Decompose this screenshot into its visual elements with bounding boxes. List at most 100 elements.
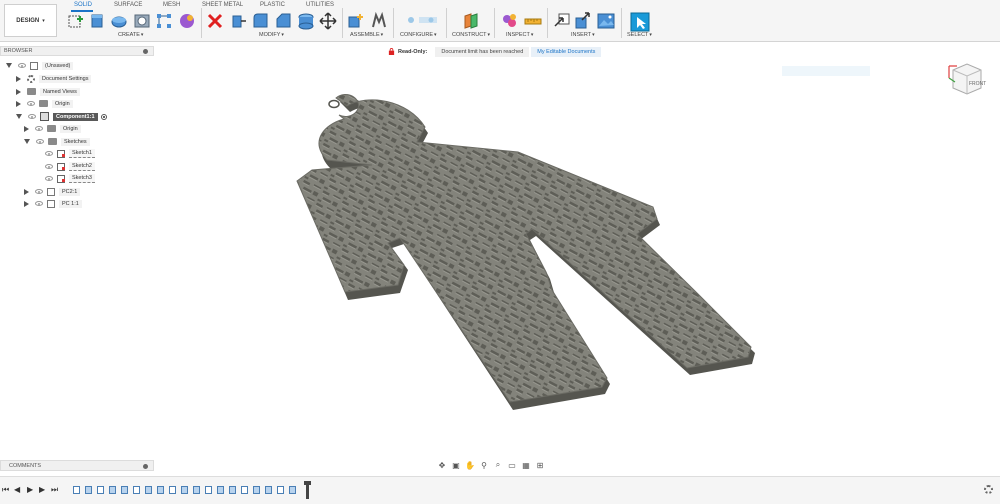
expand-triangle-icon[interactable] xyxy=(24,125,29,132)
visibility-eye-icon[interactable] xyxy=(45,151,53,156)
step-forward-icon[interactable]: ▶ xyxy=(39,485,45,494)
timeline-feature[interactable] xyxy=(109,486,116,494)
timeline-feature[interactable] xyxy=(73,486,80,494)
create-menu[interactable]: CREATE▾ xyxy=(118,32,143,38)
collapse-triangle-icon[interactable] xyxy=(6,63,12,68)
timeline-feature[interactable] xyxy=(241,486,248,494)
tab-sheet-metal[interactable]: SHEET METAL xyxy=(202,2,243,8)
timeline-feature[interactable] xyxy=(217,486,224,494)
timeline-feature[interactable] xyxy=(277,486,284,494)
tree-root-document[interactable]: (Unsaved) xyxy=(6,60,74,71)
zoom-window-icon[interactable]: ⌕ xyxy=(492,460,504,470)
timeline-feature[interactable] xyxy=(229,486,236,494)
visibility-eye-icon[interactable] xyxy=(35,126,43,131)
pan-icon[interactable]: ✋ xyxy=(464,460,476,470)
visibility-eye-icon[interactable] xyxy=(28,114,36,119)
expand-triangle-icon[interactable] xyxy=(16,100,21,107)
extrude-icon[interactable] xyxy=(88,12,106,30)
timeline-feature[interactable] xyxy=(97,486,104,494)
expand-triangle-icon[interactable] xyxy=(24,188,29,195)
timeline-feature[interactable] xyxy=(193,486,200,494)
timeline-feature[interactable] xyxy=(133,486,140,494)
zoom-icon[interactable]: ⚲ xyxy=(478,460,490,470)
configure-icon[interactable] xyxy=(405,12,439,30)
revolve-icon[interactable] xyxy=(110,12,128,30)
tree-item-sketch2[interactable]: Sketch2 xyxy=(45,161,95,172)
insert-canvas-icon[interactable] xyxy=(597,12,615,30)
insert-menu[interactable]: INSERT▾ xyxy=(571,32,595,38)
visibility-eye-icon[interactable] xyxy=(36,139,44,144)
keychain-figure-model[interactable] xyxy=(296,94,755,411)
measure-icon[interactable] xyxy=(524,12,542,30)
tree-item-sketch1[interactable]: Sketch1 xyxy=(45,148,95,159)
tree-item-origin[interactable]: Origin xyxy=(16,98,73,109)
timeline-feature[interactable] xyxy=(85,486,92,494)
timeline-feature[interactable] xyxy=(265,486,272,494)
visibility-eye-icon[interactable] xyxy=(45,176,53,181)
tree-item-component-origin[interactable]: Origin xyxy=(24,123,81,134)
timeline-feature[interactable] xyxy=(145,486,152,494)
press-pull-icon[interactable] xyxy=(229,12,247,30)
inspect-menu[interactable]: INSPECT▾ xyxy=(506,32,533,38)
viewports-icon[interactable]: ⊞ xyxy=(534,460,546,470)
tab-mesh[interactable]: MESH xyxy=(163,2,180,8)
tree-item-sketches[interactable]: Sketches xyxy=(24,136,90,147)
model-viewport[interactable] xyxy=(155,60,1000,460)
tree-item-sketch3[interactable]: Sketch3 xyxy=(45,173,95,184)
tree-item-pc1[interactable]: PC 1:1 xyxy=(24,198,82,209)
tab-solid[interactable]: SOLID xyxy=(74,2,92,8)
insert-mesh-icon[interactable] xyxy=(574,12,592,30)
browser-panel-header[interactable]: BROWSER xyxy=(0,46,154,56)
visibility-eye-icon[interactable] xyxy=(35,201,43,206)
visibility-eye-icon[interactable] xyxy=(45,164,53,169)
timeline-feature[interactable] xyxy=(253,486,260,494)
pin-icon[interactable] xyxy=(143,464,148,469)
tree-item-component1[interactable]: Component1:1 xyxy=(16,111,107,122)
look-at-icon[interactable]: ▣ xyxy=(450,460,462,470)
visibility-eye-icon[interactable] xyxy=(18,63,26,68)
tab-utilities[interactable]: UTILITIES xyxy=(306,2,334,8)
joint-icon[interactable] xyxy=(370,12,388,30)
expand-triangle-icon[interactable] xyxy=(16,88,21,95)
form-icon[interactable] xyxy=(178,12,196,30)
tree-item-document-settings[interactable]: Document Settings xyxy=(16,73,92,84)
select-icon[interactable] xyxy=(630,12,650,32)
assemble-menu[interactable]: ASSEMBLE▾ xyxy=(350,32,383,38)
hole-icon[interactable] xyxy=(133,12,151,30)
create-sketch-icon[interactable] xyxy=(67,12,85,30)
tree-item-named-views[interactable]: Named Views xyxy=(16,86,80,97)
tree-item-pc2[interactable]: PC2:1 xyxy=(24,186,81,197)
workspace-switcher-button[interactable]: DESIGN ▾ xyxy=(4,4,57,37)
timeline-feature[interactable] xyxy=(289,486,296,494)
visibility-eye-icon[interactable] xyxy=(27,101,35,106)
timeline-settings-gear-icon[interactable] xyxy=(984,485,993,494)
new-component-icon[interactable] xyxy=(347,12,365,30)
offset-plane-icon[interactable] xyxy=(462,12,480,30)
insert-derive-icon[interactable] xyxy=(553,12,571,30)
tab-plastic[interactable]: PLASTIC xyxy=(260,2,285,8)
collapse-triangle-icon[interactable] xyxy=(16,114,22,119)
delete-icon[interactable] xyxy=(206,12,224,30)
move-copy-icon[interactable] xyxy=(319,12,337,30)
my-editable-documents-link[interactable]: My Editable Documents xyxy=(531,46,602,57)
go-to-end-icon[interactable]: ⏭ xyxy=(51,485,58,495)
comments-panel-header[interactable]: COMMENTS xyxy=(0,460,154,471)
fillet-icon[interactable] xyxy=(252,12,270,30)
grid-settings-icon[interactable]: ▦ xyxy=(520,460,532,470)
modify-menu[interactable]: MODIFY▾ xyxy=(259,32,284,38)
shell-icon[interactable] xyxy=(297,12,315,30)
construct-menu[interactable]: CONSTRUCT▾ xyxy=(452,32,490,38)
display-settings-icon[interactable]: ▭ xyxy=(506,460,518,470)
chamfer-icon[interactable] xyxy=(275,12,293,30)
expand-triangle-icon[interactable] xyxy=(24,200,29,207)
collapse-triangle-icon[interactable] xyxy=(24,139,30,144)
pattern-icon[interactable] xyxy=(155,12,173,30)
play-icon[interactable]: ▶ xyxy=(27,485,33,494)
timeline-feature[interactable] xyxy=(169,486,176,494)
timeline-feature[interactable] xyxy=(205,486,212,494)
activate-radio-icon[interactable] xyxy=(100,113,107,120)
expand-triangle-icon[interactable] xyxy=(16,75,21,82)
select-menu[interactable]: SELECT▾ xyxy=(627,32,652,38)
display-settings-icon[interactable] xyxy=(501,12,519,30)
visibility-eye-icon[interactable] xyxy=(35,189,43,194)
